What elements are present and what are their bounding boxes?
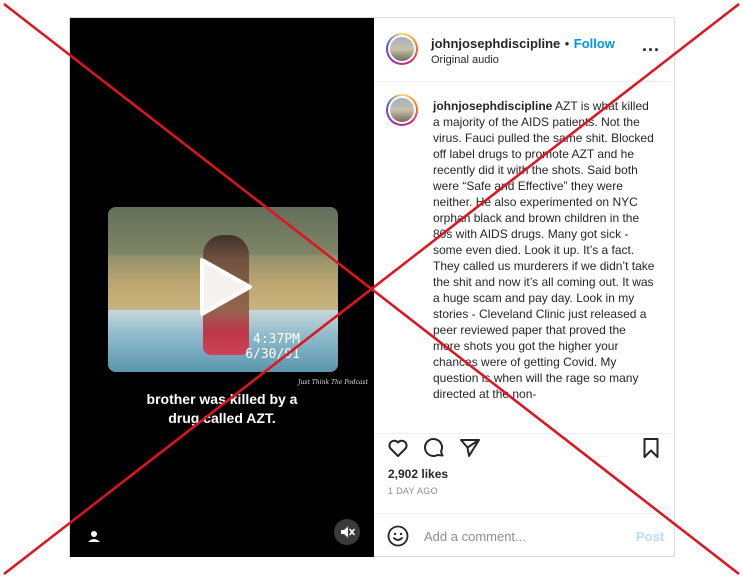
post-date[interactable]: 1 DAY AGO [388,486,438,496]
caption-text: AZT is what killed a majority of the AID… [433,99,655,401]
timestamp-time: 4:37PM [253,332,300,347]
post-comment-button[interactable]: Post [636,529,664,544]
original-audio-link[interactable]: Original audio [431,54,499,66]
tagged-user-icon[interactable] [84,526,104,546]
caption-line-2: drug called AZT. [168,410,276,426]
add-comment-bar: Add a comment... Post [374,513,675,558]
video-timestamp: 4:37PM 6/30/91 [245,332,300,362]
mute-button[interactable] [334,519,360,545]
header-title-row: johnjosephdiscipline • Follow [431,35,615,53]
play-icon[interactable] [196,256,254,318]
emoji-icon[interactable] [386,524,410,548]
video-caption: brother was killed by a drug called AZT. [70,390,374,428]
timestamp-date: 6/30/91 [245,347,300,362]
author-avatar[interactable] [386,33,418,65]
post-caption: johnjosephdiscipline AZT is what killed … [433,98,655,402]
heart-icon[interactable] [386,436,410,460]
caption-author-avatar[interactable] [386,94,418,126]
avatar-image [390,37,414,61]
caption-line-1: brother was killed by a [146,391,298,407]
header-separator: • [564,36,570,51]
caption-username[interactable]: johnjosephdiscipline [433,99,552,113]
save-bookmark-icon[interactable] [639,436,663,460]
action-bar: 2,902 likes 1 DAY AGO [374,433,675,524]
follow-button[interactable]: Follow [574,36,615,51]
post-sidebar: johnjosephdiscipline • Follow Original a… [374,18,675,557]
post-header: johnjosephdiscipline • Follow Original a… [374,18,675,82]
likes-count[interactable]: 2,902 likes [388,467,448,481]
video-credit: Just Think The Podcast [298,379,368,386]
avatar-image [390,98,414,122]
header-username[interactable]: johnjosephdiscipline [431,36,560,51]
comment-icon[interactable] [422,436,446,460]
caption-area: johnjosephdiscipline AZT is what killed … [374,82,675,432]
muted-speaker-icon [341,526,355,538]
video-panel[interactable]: 4:37PM 6/30/91 Just Think The Podcast br… [70,18,374,557]
share-icon[interactable] [458,436,482,460]
more-options-button[interactable]: ... [642,36,660,54]
comment-input[interactable]: Add a comment... [424,529,526,544]
instagram-post: 4:37PM 6/30/91 Just Think The Podcast br… [69,17,675,557]
